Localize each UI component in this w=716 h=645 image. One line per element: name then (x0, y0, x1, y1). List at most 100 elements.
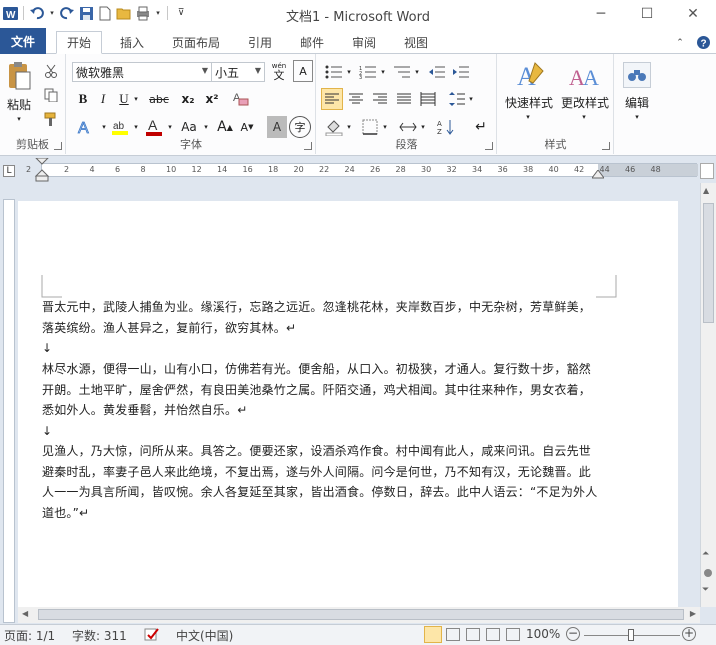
paragraph-2[interactable]: 林尽水源，便得一山，山有小口，仿佛若有光。便舍船，从口入。初极狭，才通人。复行数… (42, 359, 602, 421)
word-count[interactable]: 字数: 311 (72, 627, 127, 644)
shading-icon[interactable] (323, 116, 345, 138)
horizontal-scrollbar[interactable]: ◀ ▶ (18, 607, 700, 623)
underline-dropdown-icon[interactable]: ▾ (131, 88, 141, 110)
scroll-up-icon[interactable]: ▲ (703, 186, 709, 195)
scroll-thumb[interactable] (703, 203, 714, 323)
subscript-button[interactable]: x₂ (177, 88, 199, 110)
quick-styles-button[interactable]: 快速样式 (500, 94, 558, 110)
change-case-button[interactable]: Aa (177, 116, 201, 138)
tab-home[interactable]: 开始 (56, 31, 102, 54)
phonetic-guide-button[interactable]: wén 文 (267, 60, 291, 82)
change-styles-button[interactable]: 更改样式 (556, 94, 614, 110)
change-case-dropdown-icon[interactable]: ▾ (201, 116, 211, 138)
tab-selector-icon[interactable]: L (3, 165, 15, 177)
bullets-dropdown-icon[interactable]: ▾ (345, 62, 353, 82)
tab-review[interactable]: 审阅 (342, 31, 386, 54)
paragraph-3[interactable]: 见渔人，乃大惊，问所从来。具答之。便要还家，设酒杀鸡作食。村中闻有此人，咸来问讯… (42, 441, 602, 523)
highlight-icon[interactable]: ab (109, 116, 131, 138)
character-border-button[interactable]: A (293, 60, 313, 82)
proofing-icon[interactable] (144, 627, 160, 645)
multilevel-list-icon[interactable] (391, 62, 413, 82)
bullets-icon[interactable] (323, 62, 345, 82)
paragraph-launcher-icon[interactable] (485, 142, 493, 150)
format-painter-icon[interactable] (42, 110, 60, 128)
justify-icon[interactable] (393, 88, 415, 110)
tab-page-layout[interactable]: 页面布局 (164, 31, 228, 54)
numbering-dropdown-icon[interactable]: ▾ (379, 62, 387, 82)
bold-button[interactable]: B (73, 88, 93, 110)
paragraph-1[interactable]: 晋太元中，武陵人捕鱼为业。缘溪行，忘路之远近。忽逢桃花林，夹岸数百步，中无杂树，… (42, 297, 602, 338)
outline-icon[interactable] (486, 628, 500, 641)
tab-mailings[interactable]: 邮件 (290, 31, 334, 54)
numbering-icon[interactable]: 123 (357, 62, 379, 82)
vertical-scrollbar[interactable]: ▲ ⏶ ⏷ (700, 183, 716, 607)
font-size-combo[interactable]: 小五 ▼ (211, 62, 265, 82)
font-name-combo[interactable]: 微软雅黑 ▼ (72, 62, 212, 82)
center-icon[interactable] (345, 88, 367, 110)
decrease-indent-icon[interactable] (427, 62, 447, 82)
view-ruler-icon[interactable] (700, 163, 714, 179)
minimize-icon[interactable]: ─ (578, 0, 624, 28)
page-count[interactable]: 页面: 1/1 (4, 627, 55, 644)
paste-icon[interactable] (4, 58, 34, 94)
grow-font-button[interactable]: A ▲ (215, 116, 235, 138)
font-launcher-icon[interactable] (304, 142, 312, 150)
clear-formatting-icon[interactable]: A (229, 86, 251, 110)
borders-icon[interactable] (359, 116, 381, 138)
line-spacing-icon[interactable] (447, 88, 467, 110)
strikethrough-button[interactable]: abc (145, 88, 173, 110)
increase-indent-icon[interactable] (451, 62, 471, 82)
styles-launcher-icon[interactable] (602, 142, 610, 150)
font-color-dropdown-icon[interactable]: ▾ (165, 116, 175, 138)
character-shading-button[interactable]: A (267, 116, 287, 138)
draft-icon[interactable] (506, 628, 520, 641)
italic-button[interactable]: I (93, 88, 113, 110)
align-left-icon[interactable] (321, 88, 343, 110)
document-page[interactable]: 晋太元中，武陵人捕鱼为业。缘溪行，忘路之远近。忽逢桃花林，夹岸数百步，中无杂树，… (18, 201, 678, 607)
close-icon[interactable]: ✕ (670, 0, 716, 28)
font-color-icon[interactable]: A (143, 116, 165, 138)
editing-dropdown-icon[interactable]: ▾ (631, 112, 643, 122)
zoom-out-icon[interactable]: − (566, 627, 580, 641)
zoom-slider-handle[interactable] (628, 629, 634, 641)
previous-page-icon[interactable]: ⏶ (702, 549, 709, 559)
ruler-bar[interactable]: 2 2 4 6 8 10 12 14 16 18 20 22 24 26 28 30 32 34 36 38 40 42 4… (26, 158, 698, 182)
blank-line-1[interactable]: ↓ (42, 338, 602, 359)
distributed-icon[interactable] (417, 88, 439, 110)
text-effects-dropdown-icon[interactable]: ▾ (99, 116, 109, 138)
paste-button[interactable]: 粘贴 (4, 96, 34, 112)
tab-insert[interactable]: 插入 (110, 31, 154, 54)
vertical-ruler-bar[interactable] (3, 199, 15, 623)
quick-styles-dropdown-icon[interactable]: ▾ (522, 112, 534, 122)
minimize-ribbon-icon[interactable]: ⌃ (670, 31, 690, 54)
multilevel-dropdown-icon[interactable]: ▾ (413, 62, 421, 82)
cut-icon[interactable] (42, 62, 60, 80)
next-page-icon[interactable]: ⏷ (702, 585, 709, 595)
zoom-level[interactable]: 100% (526, 627, 560, 641)
sort-icon[interactable]: AZ (435, 116, 457, 138)
clipboard-launcher-icon[interactable] (54, 142, 62, 150)
chinese-layout-dropdown-icon[interactable]: ▾ (419, 116, 427, 138)
text-effects-icon[interactable]: A (73, 116, 97, 138)
chinese-layout-icon[interactable] (397, 116, 419, 138)
language-indicator[interactable]: 中文(中国) (176, 627, 233, 644)
editing-button[interactable]: 编辑 (615, 94, 659, 110)
web-layout-icon[interactable] (466, 628, 480, 641)
shrink-font-button[interactable]: A ▼ (237, 116, 257, 138)
blank-line-2[interactable]: ↓ (42, 421, 602, 442)
h-scroll-thumb[interactable] (38, 609, 684, 620)
restore-icon[interactable]: ☐ (624, 0, 670, 28)
line-spacing-dropdown-icon[interactable]: ▾ (467, 88, 475, 110)
tab-references[interactable]: 引用 (238, 31, 282, 54)
align-right-icon[interactable] (369, 88, 391, 110)
quick-styles-icon[interactable]: A (506, 58, 554, 92)
scroll-left-icon[interactable]: ◀ (22, 609, 28, 618)
superscript-button[interactable]: x² (201, 88, 223, 110)
enclose-characters-button[interactable]: 字 (289, 116, 311, 138)
shading-dropdown-icon[interactable]: ▾ (345, 116, 353, 138)
zoom-in-icon[interactable]: + (682, 627, 696, 641)
indent-marker-icon[interactable] (34, 158, 50, 182)
borders-dropdown-icon[interactable]: ▾ (381, 116, 389, 138)
help-icon[interactable]: ? (692, 31, 714, 54)
tab-file[interactable]: 文件 (0, 28, 46, 54)
